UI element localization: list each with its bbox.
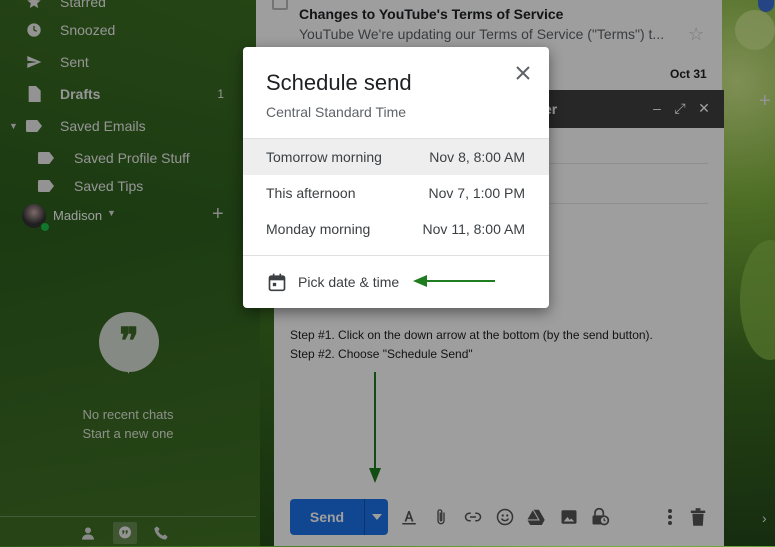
option-time: Nov 8, 8:00 AM: [429, 149, 525, 165]
left-arrow-annotation: [413, 275, 495, 287]
dialog-title: Schedule send: [266, 70, 412, 95]
schedule-option-monday-morning[interactable]: Monday morning Nov 11, 8:00 AM: [243, 211, 549, 247]
option-time: Nov 11, 8:00 AM: [422, 221, 525, 237]
divider: [243, 255, 549, 256]
option-label: Monday morning: [266, 221, 371, 237]
option-label: Tomorrow morning: [266, 149, 382, 165]
schedule-send-dialog: Schedule send Central Standard Time Tomo…: [243, 47, 549, 308]
option-label: This afternoon: [266, 185, 356, 201]
timezone-label: Central Standard Time: [266, 104, 407, 120]
pick-date-time-option[interactable]: Pick date & time: [243, 264, 549, 300]
close-icon[interactable]: [511, 61, 535, 85]
calendar-icon: [268, 273, 286, 292]
option-time: Nov 7, 1:00 PM: [428, 185, 526, 201]
schedule-option-this-afternoon[interactable]: This afternoon Nov 7, 1:00 PM: [243, 175, 549, 211]
schedule-option-tomorrow-morning[interactable]: Tomorrow morning Nov 8, 8:00 AM: [243, 139, 549, 175]
pick-date-time-label: Pick date & time: [298, 274, 400, 290]
